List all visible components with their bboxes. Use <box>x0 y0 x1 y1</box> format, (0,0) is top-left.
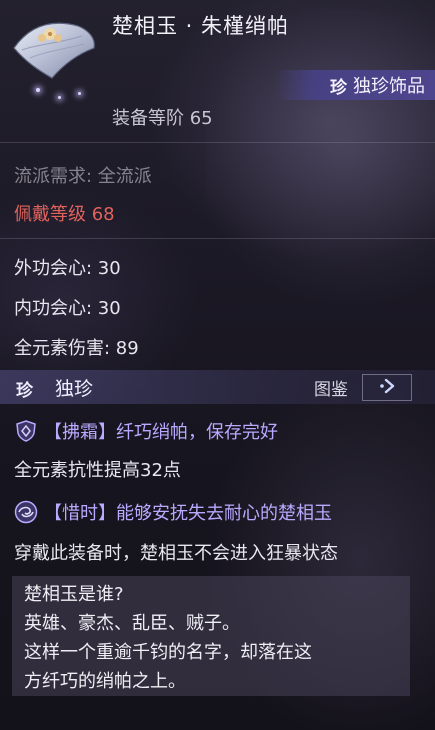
lore-box: 楚相玉是谁? 英雄、豪杰、乱臣、贼子。 这样一个重逾千钧的名字，却落在这 方纤巧… <box>12 576 410 696</box>
background-art <box>205 10 435 370</box>
skill-1: 【拂霜】纤巧绡帕，保存完好 <box>14 418 278 444</box>
rarity-badge: 珍 <box>330 77 347 98</box>
rarity-label: 独珍饰品 <box>353 76 425 97</box>
equip-level: 装备等阶 65 <box>112 108 213 129</box>
shield-icon <box>14 419 38 443</box>
lore-line: 英雄、豪杰、乱臣、贼子。 <box>24 613 240 634</box>
divider <box>0 238 435 239</box>
wear-level-label: 佩戴等级 <box>14 204 86 225</box>
school-requirement: 流派需求: 全流派 <box>14 166 152 187</box>
rarity-tag: 珍 独珍饰品 <box>275 70 435 100</box>
wear-level: 佩戴等级 68 <box>14 200 115 226</box>
stat-internal-crit: 内功会心: 30 <box>14 298 121 319</box>
stat-element-damage: 全元素伤害: 89 <box>14 338 139 359</box>
lore-line: 方纤巧的绡帕之上。 <box>24 671 186 692</box>
skill-1-title: 【拂霜】纤巧绡帕，保存完好 <box>44 422 278 443</box>
divider <box>0 142 435 143</box>
skill-2-desc: 穿戴此装备时，楚相玉不会进入狂暴状态 <box>14 543 338 564</box>
skill-2-title: 【惜时】能够安抚失去耐心的楚相玉 <box>44 503 332 524</box>
sparkle-decoration <box>36 88 40 92</box>
item-tooltip: 楚相玉 · 朱槿绡帕 珍 独珍饰品 装备等阶 65 流派需求: 全流派 佩戴等级… <box>0 0 435 730</box>
unique-title: 独珍 <box>55 378 94 400</box>
lore-line: 楚相玉是谁? <box>24 584 124 605</box>
wear-level-value: 68 <box>91 204 115 225</box>
unique-section-header: 珍 独珍 图鉴 <box>0 370 435 404</box>
sparkle-decoration <box>58 96 61 99</box>
sparkle-decoration <box>78 92 81 95</box>
tujian-button[interactable] <box>362 374 412 401</box>
unique-badge: 珍 <box>16 381 33 401</box>
swirl-icon <box>14 500 38 524</box>
skill-2: 【惜时】能够安抚失去耐心的楚相玉 <box>14 499 332 525</box>
skill-1-desc: 全元素抗性提高32点 <box>14 460 181 481</box>
stat-external-crit: 外功会心: 30 <box>14 258 121 279</box>
arrow-right-icon <box>376 377 398 399</box>
silk-handkerchief-icon <box>8 8 100 86</box>
item-title: 楚相玉 · 朱槿绡帕 <box>112 14 290 38</box>
tujian-label[interactable]: 图鉴 <box>314 375 348 400</box>
lore-line: 这样一个重逾千钧的名字，却落在这 <box>24 642 312 663</box>
